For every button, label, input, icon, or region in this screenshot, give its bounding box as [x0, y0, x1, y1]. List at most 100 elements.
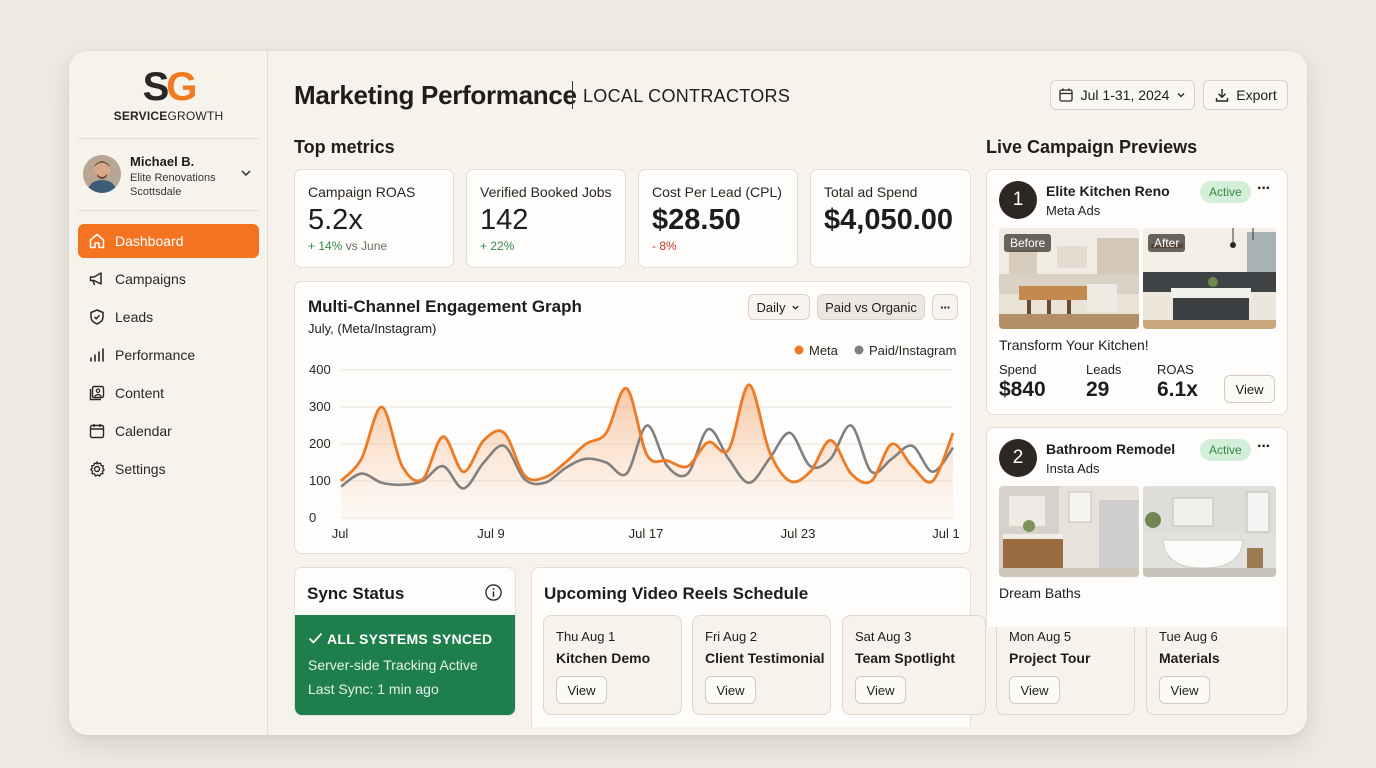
- divider: [78, 138, 259, 139]
- before-photo: Before: [999, 228, 1139, 329]
- legend-label-meta: Meta: [809, 343, 839, 358]
- status-badge: Active: [1200, 439, 1251, 461]
- user-company-name: Elite Renovations: [130, 172, 216, 184]
- sidebar-item-label: Settings: [115, 461, 166, 477]
- metric-card-cpl[interactable]: Cost Per Lead (CPL) $28.50 - 8%: [638, 169, 798, 268]
- metric-card-ad-spend[interactable]: Total ad Spend $4,050.00: [810, 169, 971, 268]
- roas-label: ROAS: [1157, 362, 1194, 377]
- chevron-down-icon: [792, 305, 800, 310]
- metric-delta-suffix: vs June: [342, 239, 388, 253]
- x-tick-label: Jul 23: [781, 526, 816, 541]
- shield-icon: [90, 309, 104, 325]
- more-options-button[interactable]: ···: [1257, 438, 1271, 456]
- user-location: Scottsdale: [130, 186, 182, 198]
- paid-vs-organic-toggle[interactable]: Paid vs Organic: [817, 294, 925, 320]
- x-tick-label: Jul 1: [932, 526, 959, 541]
- sidebar-item-label: Content: [115, 385, 165, 401]
- reel-title: Project Tour: [1009, 650, 1091, 666]
- sidebar-item-calendar[interactable]: Calendar: [78, 414, 259, 448]
- logo-mark-s: S: [142, 65, 170, 109]
- x-tick-label: Jul 9: [477, 526, 504, 541]
- campaign-preview-card[interactable]: 2 Bathroom Remodel Insta Ads Active ···: [986, 427, 1288, 627]
- chart-title: Multi-Channel Engagement Graph: [308, 297, 582, 316]
- reel-card[interactable]: Tue Aug 6 Materials View: [1146, 615, 1288, 715]
- export-button[interactable]: Export: [1203, 80, 1288, 110]
- home-icon: [89, 233, 105, 249]
- sidebar-item-campaigns[interactable]: Campaigns: [78, 262, 259, 296]
- calendar-icon: [1058, 88, 1073, 102]
- check-icon: [308, 632, 323, 644]
- series-line-meta: [339, 383, 955, 485]
- logo-mark-g: G: [166, 65, 197, 109]
- user-menu[interactable]: Michael B. Elite Renovations Scottsdale: [83, 154, 259, 198]
- date-range-label: Jul 1-31, 2024: [1080, 87, 1170, 103]
- campaign-number: 1: [999, 181, 1037, 219]
- sync-status-text: ALL SYSTEMS SYNCED: [327, 631, 493, 647]
- date-range-picker[interactable]: Jul 1-31, 2024: [1050, 80, 1195, 110]
- legend-dot-meta: [794, 345, 804, 355]
- view-button[interactable]: View: [1159, 676, 1210, 704]
- metric-label: Verified Booked Jobs: [480, 184, 612, 200]
- reel-date: Thu Aug 1: [556, 629, 616, 644]
- sidebar-item-dashboard[interactable]: Dashboard: [78, 224, 259, 258]
- metric-delta: - 8%: [652, 239, 677, 253]
- y-tick-label: 400: [309, 362, 331, 377]
- y-tick-label: 300: [309, 399, 331, 414]
- sidebar-item-performance[interactable]: Performance: [78, 338, 259, 372]
- meta-area: [341, 384, 953, 518]
- reel-date: Fri Aug 2: [705, 629, 758, 644]
- metric-label: Total ad Spend: [824, 184, 918, 200]
- megaphone-icon: [89, 272, 102, 286]
- campaign-name: Elite Kitchen Reno: [1046, 183, 1170, 199]
- brand-name-rest: GROWTH: [167, 109, 224, 123]
- chart-subtitle: July, (Meta/Instagram): [308, 321, 437, 336]
- x-tick-label: Jul: [332, 526, 349, 541]
- reel-card[interactable]: Fri Aug 2 Client Testimonial View: [692, 615, 831, 715]
- series-line-paid-instagram: [340, 424, 955, 490]
- status-badge: Active: [1200, 181, 1251, 203]
- roas-value: 6.1x: [1157, 378, 1198, 401]
- legend-label-paid-instagram: Paid/Instagram: [869, 343, 956, 358]
- reel-card[interactable]: Mon Aug 5 Project Tour View: [996, 615, 1135, 715]
- reel-card[interactable]: Thu Aug 1 Kitchen Demo View: [543, 615, 682, 715]
- gear-icon: [90, 461, 105, 477]
- more-options-button[interactable]: ···: [1257, 180, 1271, 198]
- campaign-preview-card[interactable]: 1 Elite Kitchen Reno Meta Ads Active ···…: [986, 169, 1288, 415]
- reel-title: Team Spotlight: [855, 650, 956, 666]
- reel-title: Client Testimonial: [705, 650, 825, 666]
- metric-card-roas[interactable]: Campaign ROAS 5.2x + 14% vs June: [294, 169, 454, 268]
- reel-date: Tue Aug 6: [1159, 629, 1218, 644]
- sidebar-item-label: Campaigns: [115, 271, 186, 287]
- more-options-button[interactable]: ···: [932, 294, 958, 320]
- sidebar-item-label: Dashboard: [115, 233, 184, 249]
- campaign-name: Bathroom Remodel: [1046, 441, 1176, 457]
- view-button[interactable]: View: [855, 676, 906, 704]
- view-button[interactable]: View: [705, 676, 756, 704]
- legend-dot-paid-instagram: [854, 345, 864, 355]
- info-icon[interactable]: [484, 583, 503, 602]
- sidebar-item-content[interactable]: Content: [78, 376, 259, 410]
- sidebar-item-label: Leads: [115, 309, 154, 325]
- before-label: Before: [1004, 234, 1052, 252]
- metric-card-booked-jobs[interactable]: Verified Booked Jobs 142 + 22%: [466, 169, 626, 268]
- metric-value: 5.2x: [308, 204, 363, 236]
- sidebar-item-leads[interactable]: Leads: [78, 300, 259, 334]
- brand-logo[interactable]: SG SERVICEGROWTH: [69, 65, 268, 123]
- campaign-platform: Meta Ads: [1046, 203, 1101, 218]
- granularity-label: Daily: [756, 299, 786, 315]
- view-button[interactable]: View: [1009, 676, 1060, 704]
- view-button[interactable]: View: [1224, 375, 1275, 403]
- reel-date: Mon Aug 5: [1009, 629, 1072, 644]
- sidebar-item-settings[interactable]: Settings: [78, 452, 259, 486]
- bathroom-vanity-image: [999, 486, 1139, 577]
- download-icon: [1216, 89, 1229, 102]
- granularity-dropdown[interactable]: Daily: [748, 294, 810, 320]
- sync-status-banner: ALL SYSTEMS SYNCED Server-side Tracking …: [295, 615, 515, 715]
- metric-label: Campaign ROAS: [308, 184, 416, 200]
- view-button[interactable]: View: [556, 676, 607, 704]
- y-tick-label: 0: [309, 510, 316, 525]
- metric-delta: + 22%: [480, 239, 515, 253]
- user-company: Elite Renovations Scottsdale: [130, 171, 240, 199]
- reel-card[interactable]: Sat Aug 3 Team Spotlight View: [842, 615, 986, 715]
- last-sync-time: Last Sync: 1 min ago: [308, 681, 439, 697]
